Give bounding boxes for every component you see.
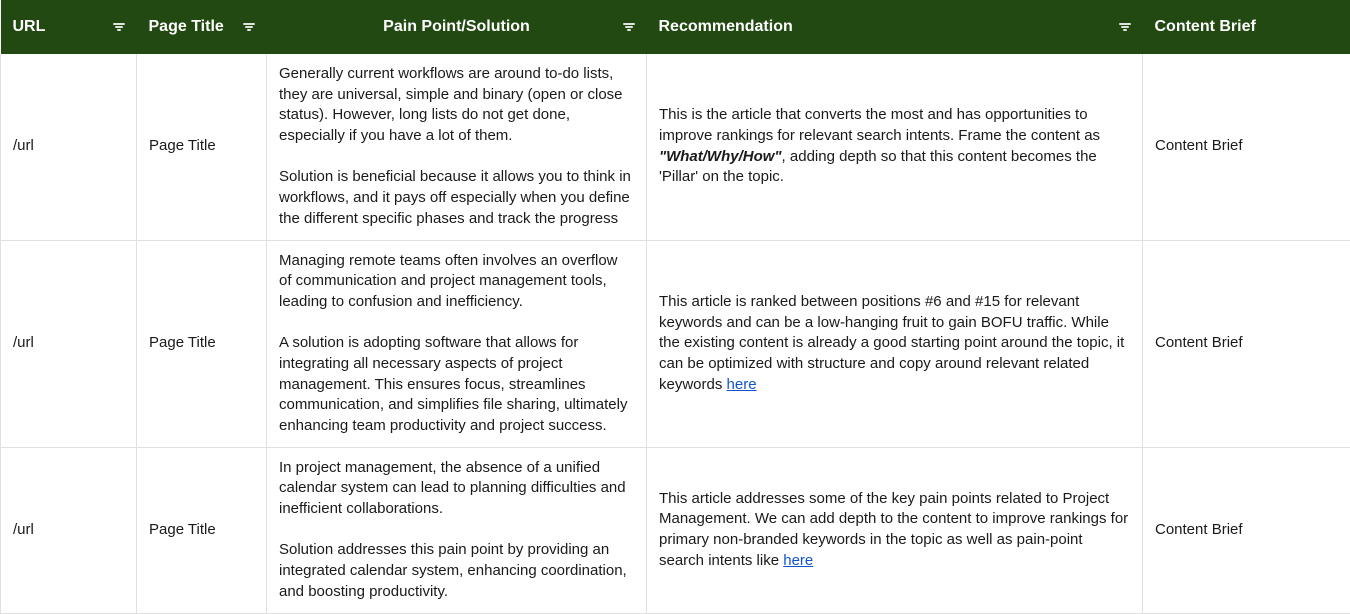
- table-row: /url Page Title Generally current workfl…: [1, 54, 1350, 240]
- cell-content-brief[interactable]: Content Brief: [1143, 447, 1350, 613]
- cell-url[interactable]: /url: [1, 240, 137, 447]
- filter-icon[interactable]: [1119, 23, 1131, 31]
- header-page-title[interactable]: Page Title: [137, 0, 267, 54]
- cell-url[interactable]: /url: [1, 447, 137, 613]
- rec-text-pre: This article addresses some of the key p…: [659, 490, 1132, 569]
- table-row: /url Page Title Managing remote teams of…: [1, 240, 1350, 447]
- cell-pain-point-solution[interactable]: Generally current workflows are around t…: [267, 54, 647, 240]
- rec-link[interactable]: here: [783, 552, 813, 569]
- cell-recommendation[interactable]: This article is ranked between positions…: [647, 240, 1143, 447]
- rec-link[interactable]: here: [727, 376, 757, 393]
- content-table: URL Page Title Pain Point/Solution Recom…: [0, 0, 1350, 614]
- cell-recommendation[interactable]: This is the article that converts the mo…: [647, 54, 1143, 240]
- header-rec-label: Recommendation: [659, 18, 793, 35]
- header-row: URL Page Title Pain Point/Solution Recom…: [1, 0, 1350, 54]
- header-brief-label: Content Brief: [1155, 18, 1256, 35]
- filter-icon[interactable]: [113, 23, 125, 31]
- header-content-brief[interactable]: Content Brief: [1143, 0, 1350, 54]
- cell-content-brief[interactable]: Content Brief: [1143, 240, 1350, 447]
- table-row: /url Page Title In project management, t…: [1, 447, 1350, 613]
- cell-page-title[interactable]: Page Title: [137, 54, 267, 240]
- filter-icon[interactable]: [623, 23, 635, 31]
- rec-emphasis: "What/Why/How": [659, 148, 782, 165]
- cell-pain-point-solution[interactable]: Managing remote teams often involves an …: [267, 240, 647, 447]
- header-url-label: URL: [13, 18, 46, 35]
- rec-text-pre: This is the article that converts the mo…: [659, 106, 1104, 144]
- header-pain-point-solution[interactable]: Pain Point/Solution: [267, 0, 647, 54]
- cell-page-title[interactable]: Page Title: [137, 447, 267, 613]
- header-page-title-label: Page Title: [149, 18, 224, 35]
- cell-content-brief[interactable]: Content Brief: [1143, 54, 1350, 240]
- filter-icon[interactable]: [243, 23, 255, 31]
- header-pps-label: Pain Point/Solution: [383, 18, 530, 35]
- header-recommendation[interactable]: Recommendation: [647, 0, 1143, 54]
- cell-url[interactable]: /url: [1, 54, 137, 240]
- cell-recommendation[interactable]: This article addresses some of the key p…: [647, 447, 1143, 613]
- cell-page-title[interactable]: Page Title: [137, 240, 267, 447]
- header-url[interactable]: URL: [1, 0, 137, 54]
- cell-pain-point-solution[interactable]: In project management, the absence of a …: [267, 447, 647, 613]
